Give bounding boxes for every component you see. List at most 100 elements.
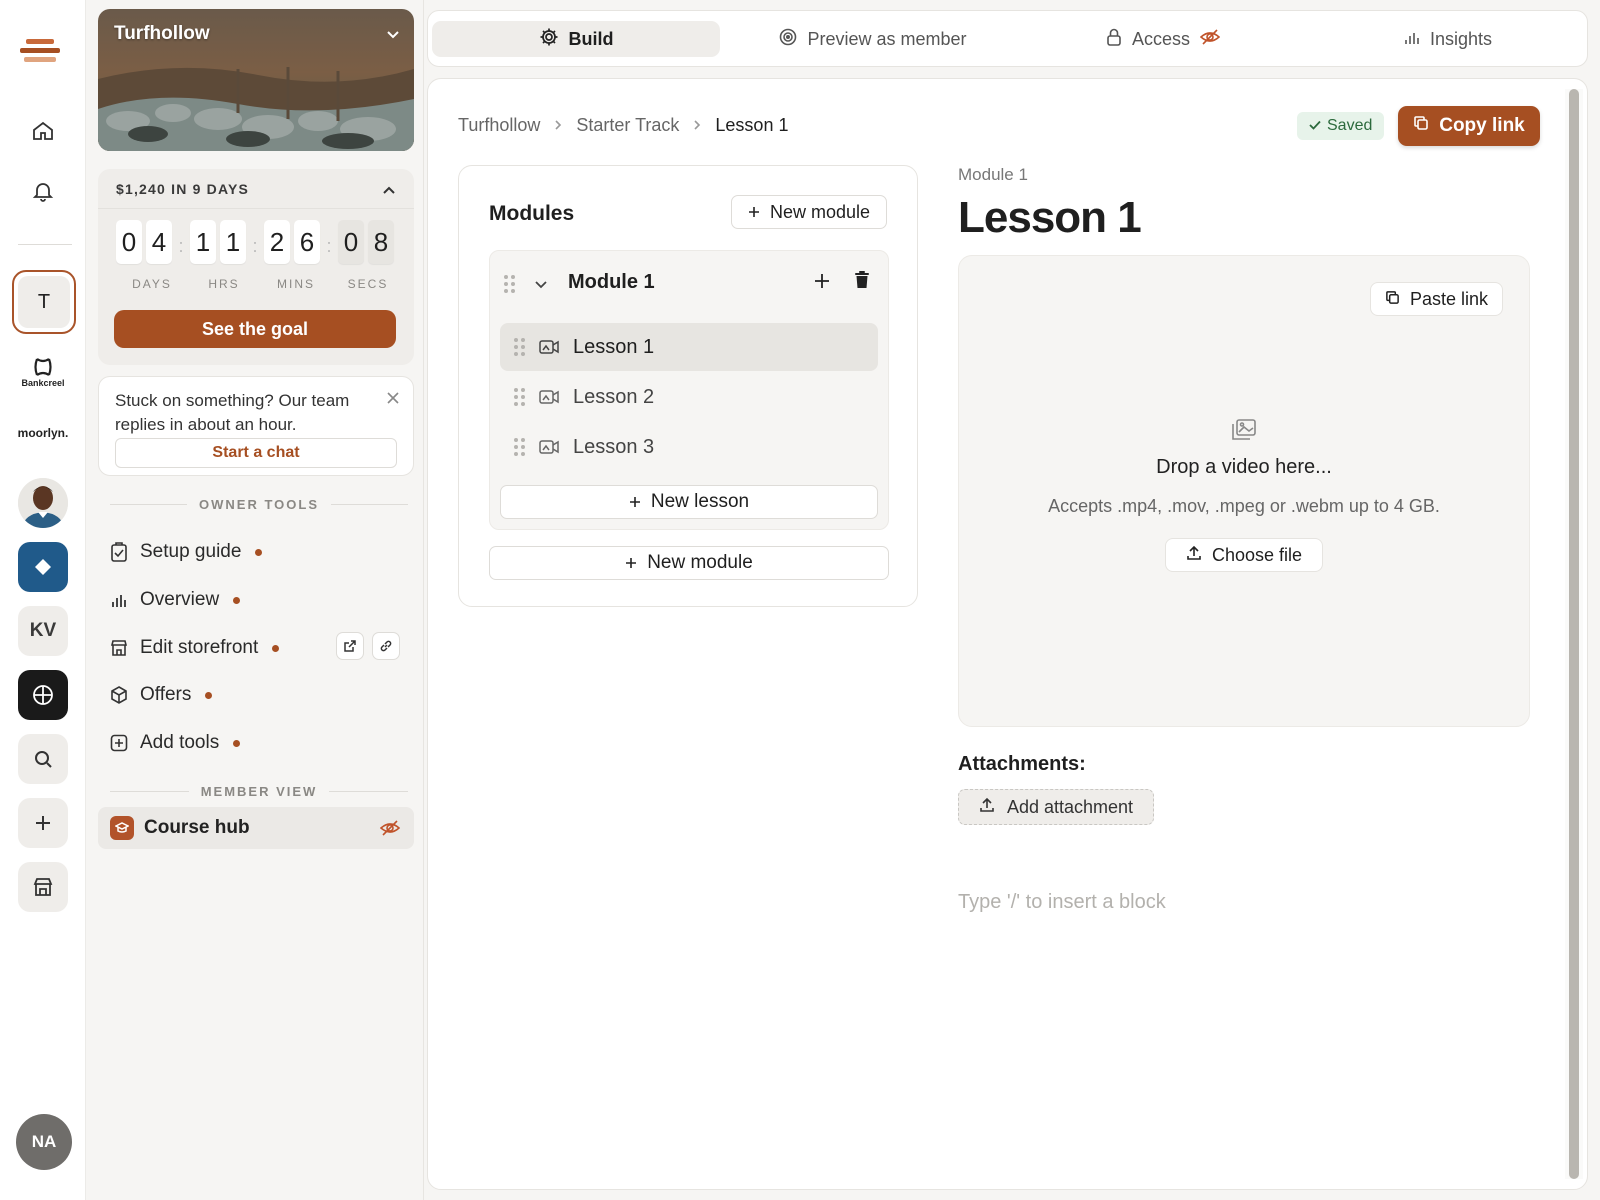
- app-logo[interactable]: [18, 30, 62, 74]
- tab-label: Preview as member: [807, 28, 967, 49]
- sidebar-item-offers[interactable]: Offers: [110, 679, 410, 711]
- link-icon[interactable]: [372, 632, 400, 660]
- lesson-label: Lesson 3: [573, 435, 655, 458]
- user-avatar[interactable]: NA: [16, 1114, 72, 1170]
- sidebar-item-edit-storefront[interactable]: Edit storefront: [110, 632, 330, 664]
- add-icon[interactable]: [18, 798, 68, 848]
- add-attachment-label: Add attachment: [1006, 796, 1134, 817]
- trash-icon[interactable]: [854, 271, 870, 294]
- sidebar-item-label: Add tools: [140, 732, 220, 753]
- new-lesson-button[interactable]: New lesson: [500, 485, 878, 519]
- chevron-down-icon[interactable]: [386, 27, 400, 45]
- member-view-label: MEMBER VIEW: [200, 784, 318, 799]
- scrollbar-thumb[interactable]: [1569, 89, 1579, 1179]
- drag-handle-icon[interactable]: [514, 438, 525, 456]
- countdown-digit: 0: [338, 220, 364, 264]
- new-module-button[interactable]: New module: [731, 195, 887, 229]
- chevron-up-icon[interactable]: [382, 182, 396, 200]
- sidebar-item-add-tools[interactable]: Add tools: [110, 727, 410, 759]
- goal-header[interactable]: $1,240 IN 9 DAYS: [98, 169, 414, 209]
- lesson-item[interactable]: Lesson 2: [500, 373, 878, 421]
- close-icon[interactable]: [387, 391, 399, 409]
- home-icon[interactable]: [18, 106, 68, 156]
- notification-dot: [233, 596, 241, 604]
- search-icon[interactable]: [18, 734, 68, 784]
- tab-preview-as-member[interactable]: Preview as member: [728, 21, 1018, 57]
- choose-file-label: Choose file: [1211, 544, 1303, 565]
- paste-link-label: Paste link: [1409, 288, 1488, 309]
- images-icon: [1231, 418, 1257, 447]
- workspace-cover[interactable]: Turfhollow: [98, 9, 414, 151]
- countdown-digit: 1: [220, 220, 246, 264]
- saved-status-badge: Saved: [1297, 112, 1385, 140]
- notification-dot: [255, 548, 263, 556]
- eye-off-icon[interactable]: [379, 819, 401, 842]
- countdown-unit-hrs: HRS: [208, 277, 240, 291]
- lesson-label: Lesson 1: [573, 335, 655, 358]
- goal-label: $1,240 IN 9 DAYS: [116, 181, 250, 197]
- tab-label: Insights: [1429, 28, 1493, 49]
- sidebar-item-setup-guide[interactable]: Setup guide: [110, 536, 410, 568]
- sidebar-item-overview[interactable]: Overview: [110, 584, 410, 616]
- lesson-module-label: Module 1: [958, 165, 1028, 184]
- mode-tab-bar: Build Preview as member Access Insights: [427, 10, 1588, 67]
- bar-chart-icon: [1404, 29, 1420, 50]
- tab-build[interactable]: Build: [432, 21, 720, 57]
- external-link-icon[interactable]: [336, 632, 364, 660]
- drag-handle-icon[interactable]: [514, 388, 525, 406]
- tab-access[interactable]: Access: [1018, 21, 1308, 57]
- workspace-name: Turfhollow: [114, 23, 210, 44]
- add-lesson-icon[interactable]: [814, 273, 830, 294]
- video-dropzone[interactable]: Paste link Drop a video here... Accepts …: [958, 255, 1530, 727]
- countdown-separator: :: [326, 235, 332, 256]
- sidebar-item-label: Overview: [140, 589, 220, 610]
- copy-link-label: Copy link: [1439, 115, 1525, 136]
- workspace-tile-t[interactable]: T: [12, 270, 76, 334]
- breadcrumb: Turfhollow Starter Track Lesson 1: [458, 115, 788, 136]
- countdown-digit: 8: [368, 220, 394, 264]
- member-view-heading: MEMBER VIEW: [110, 784, 408, 799]
- add-attachment-button[interactable]: Add attachment: [958, 789, 1154, 825]
- notification-dot: [272, 644, 280, 652]
- sidebar-item-label: Setup guide: [140, 541, 242, 562]
- block-editor-placeholder[interactable]: Type '/' to insert a block: [958, 891, 1166, 914]
- app-rail: T Bankcreel moorlyn. KV NA: [0, 0, 86, 1200]
- workspace-tile-kv[interactable]: KV: [18, 606, 68, 656]
- paste-link-button[interactable]: Paste link: [1369, 282, 1503, 316]
- member-avatar-photo[interactable]: [18, 478, 68, 528]
- lesson-title[interactable]: Lesson 1: [958, 193, 1142, 243]
- sidebar-item-label: Edit storefront: [140, 637, 259, 658]
- video-icon: [539, 390, 559, 404]
- lesson-item[interactable]: Lesson 1: [500, 323, 878, 371]
- breadcrumb-current: Lesson 1: [715, 115, 789, 135]
- bell-icon[interactable]: [18, 166, 68, 216]
- choose-file-button[interactable]: Choose file: [1165, 538, 1323, 572]
- store-icon[interactable]: [18, 862, 68, 912]
- module-name[interactable]: Module 1: [568, 271, 655, 294]
- bar-chart-icon: [110, 592, 130, 608]
- plus-icon: [629, 492, 641, 513]
- start-chat-button[interactable]: Start a chat: [115, 438, 397, 468]
- countdown-digit: 0: [116, 220, 142, 264]
- chevron-down-icon[interactable]: [534, 277, 548, 295]
- moorlyn-label[interactable]: moorlyn.: [0, 426, 86, 440]
- see-goal-button[interactable]: See the goal: [114, 310, 396, 348]
- drag-handle-icon[interactable]: [504, 275, 515, 293]
- breadcrumb-item[interactable]: Starter Track: [576, 115, 679, 136]
- goal-countdown-card: $1,240 IN 9 DAYS 0 4 : 1 1 : 2 6 : 0 8 D…: [98, 169, 414, 365]
- new-module-bottom-button[interactable]: New module: [489, 546, 889, 580]
- owner-tools-label: OWNER TOOLS: [199, 497, 319, 512]
- tab-insights[interactable]: Insights: [1308, 21, 1588, 57]
- lesson-item[interactable]: Lesson 3: [500, 423, 878, 471]
- lock-icon: [1106, 28, 1122, 51]
- plus-icon: [748, 202, 760, 223]
- drag-handle-icon[interactable]: [514, 338, 525, 356]
- globe-icon[interactable]: [18, 670, 68, 720]
- breadcrumb-item[interactable]: Turfhollow: [458, 115, 540, 136]
- copy-link-button[interactable]: Copy link: [1398, 106, 1540, 146]
- countdown-digits: 0 4 : 1 1 : 2 6 : 0 8: [116, 220, 398, 264]
- sidebar-item-course-hub[interactable]: Course hub: [98, 807, 414, 849]
- notification-dot: [205, 691, 213, 699]
- diamond-app-icon[interactable]: [18, 542, 68, 592]
- modules-title: Modules: [489, 202, 575, 225]
